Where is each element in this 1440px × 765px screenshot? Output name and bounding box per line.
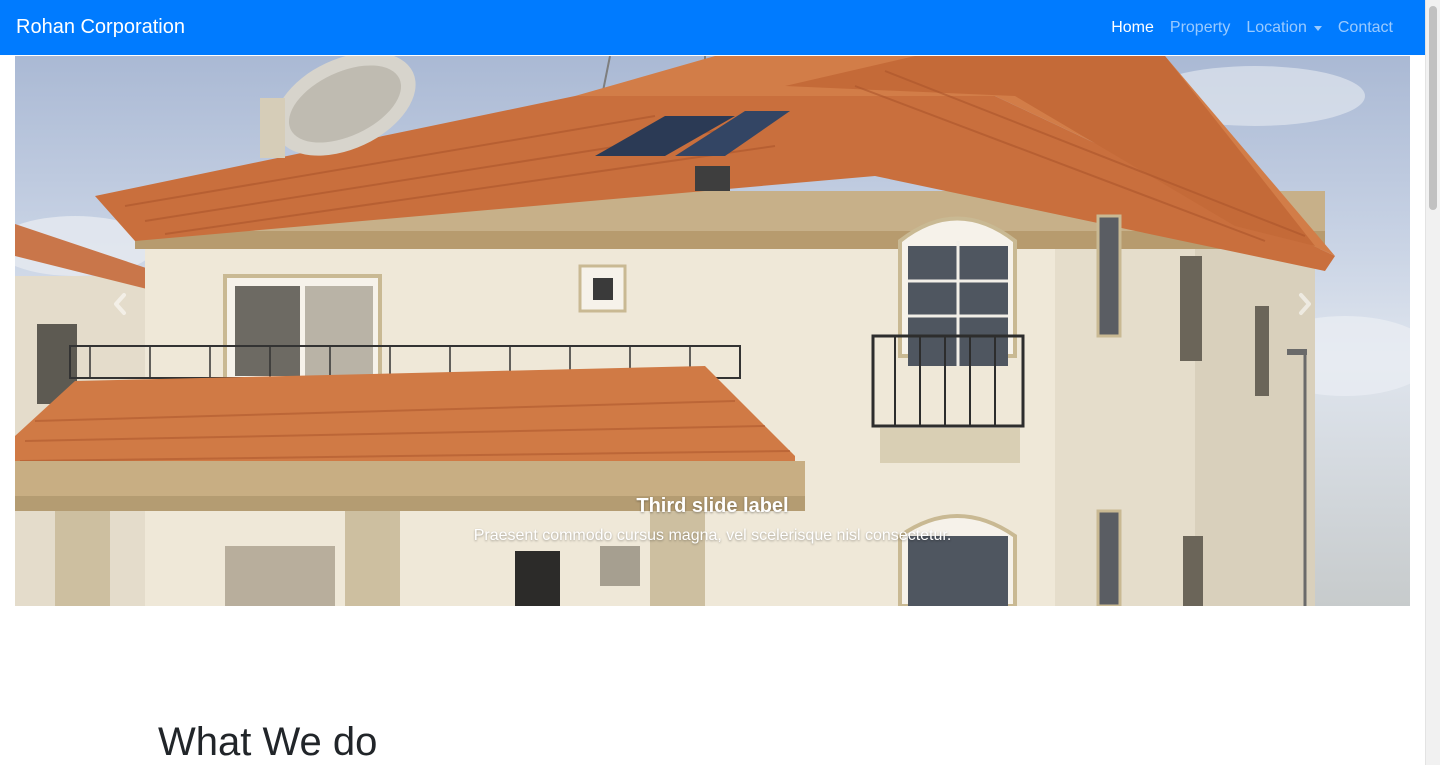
carousel-next-button[interactable] — [1285, 286, 1325, 322]
nav-location-dropdown[interactable]: Location — [1238, 19, 1330, 37]
scrollbar-thumb[interactable] — [1429, 6, 1437, 210]
chevron-right-icon — [1299, 293, 1311, 315]
carousel-prev-button[interactable] — [100, 286, 140, 322]
carousel-caption: Third slide label Praesent commodo cursu… — [15, 492, 1410, 548]
caption-title: Third slide label — [636, 495, 789, 517]
nav-home-link[interactable]: Home — [1103, 19, 1162, 37]
caption-text: Praesent commodo cursus magna, vel scele… — [473, 527, 952, 544]
page: Rohan Corporation Home Property Location… — [0, 0, 1440, 765]
hero-carousel: Third slide label Praesent commodo cursu… — [15, 56, 1410, 606]
caret-down-icon — [1313, 25, 1322, 31]
nav-location-label: Location — [1246, 18, 1307, 36]
page-scrollbar[interactable] — [1425, 0, 1440, 765]
chevron-left-icon — [114, 293, 126, 315]
brand-link[interactable]: Rohan Corporation — [16, 15, 185, 39]
nav-property-link[interactable]: Property — [1162, 19, 1238, 37]
section-title: What We do — [158, 720, 378, 764]
nav-menu: Home Property Location Contact — [1103, 0, 1401, 55]
nav-contact-link[interactable]: Contact — [1330, 19, 1401, 37]
navbar: Rohan Corporation Home Property Location… — [0, 0, 1425, 55]
